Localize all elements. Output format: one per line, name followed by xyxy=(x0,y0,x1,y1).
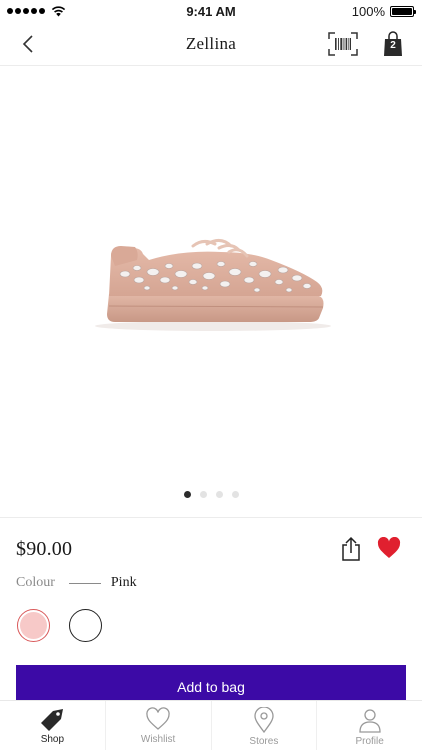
favorite-button[interactable] xyxy=(377,536,401,559)
cellular-signal-icon xyxy=(7,8,45,14)
pager-dot[interactable] xyxy=(215,491,223,498)
battery-percent: 100% xyxy=(351,3,385,19)
colour-value: Pink xyxy=(110,575,137,590)
person-icon xyxy=(358,709,381,733)
product-price: $90.00 xyxy=(16,538,73,560)
swatch-white-fill xyxy=(72,612,99,639)
tab-bar: Shop Wishlist Stores Profile xyxy=(0,700,422,750)
colour-row: Colour Pink xyxy=(16,575,137,591)
colour-swatches xyxy=(17,609,102,642)
tab-profile[interactable]: Profile xyxy=(317,701,422,750)
image-pager xyxy=(0,491,422,498)
battery-icon xyxy=(390,5,416,17)
location-pin-icon xyxy=(254,707,274,733)
tab-label: Wishlist xyxy=(140,734,176,745)
swatch-pink[interactable] xyxy=(17,609,50,642)
colour-label: Colour xyxy=(16,575,55,590)
share-icon xyxy=(342,536,360,561)
shopping-bag-button[interactable]: 2 xyxy=(378,30,408,58)
colour-separator xyxy=(68,582,101,584)
back-button[interactable] xyxy=(14,30,42,58)
tab-label: Shop xyxy=(40,734,65,745)
nav-bar: Zellina 2 xyxy=(0,22,422,66)
tab-label: Profile xyxy=(355,736,384,747)
swatch-pink-fill xyxy=(20,612,47,639)
status-right: 100% xyxy=(351,3,416,19)
share-button[interactable] xyxy=(339,536,363,562)
page-title: Zellina xyxy=(185,33,237,53)
heart-icon xyxy=(377,536,401,558)
tag-icon xyxy=(41,709,64,731)
barcode-scanner-icon xyxy=(328,32,358,56)
divider xyxy=(0,517,422,518)
bag-count-badge: 2 xyxy=(390,40,396,51)
barcode-scanner-button[interactable] xyxy=(328,30,358,58)
tab-label: Stores xyxy=(249,736,279,747)
wifi-icon xyxy=(51,5,66,16)
heart-icon xyxy=(146,707,170,730)
chevron-left-icon xyxy=(22,35,33,53)
product-image[interactable] xyxy=(0,66,422,486)
tab-stores[interactable]: Stores xyxy=(212,701,318,750)
status-bar: 9:41 AM 100% xyxy=(0,0,422,22)
swatch-white[interactable] xyxy=(69,609,102,642)
pager-dot[interactable] xyxy=(183,491,191,498)
pager-dot[interactable] xyxy=(199,491,207,498)
status-left xyxy=(7,5,66,17)
sneaker-image xyxy=(95,239,331,331)
tab-wishlist[interactable]: Wishlist xyxy=(106,701,212,750)
nav-actions: 2 xyxy=(328,30,408,58)
tab-shop[interactable]: Shop xyxy=(0,701,106,750)
pager-dot[interactable] xyxy=(231,491,239,498)
